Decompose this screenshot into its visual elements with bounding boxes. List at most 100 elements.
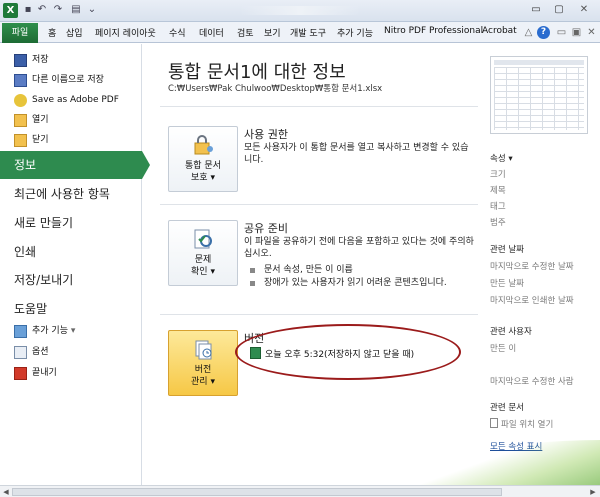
related-docs-header: 관련 문서 <box>490 403 524 413</box>
scroll-thumb[interactable] <box>12 488 502 496</box>
nav-save-pdf-label: Save as Adobe PDF <box>32 95 119 105</box>
save-icon[interactable]: ▪ <box>22 4 34 16</box>
related-people-header: 관련 사용자 <box>490 327 532 337</box>
nav-print[interactable]: 인쇄 <box>0 238 142 266</box>
open-file-location-link[interactable]: 파일 위치 열기 <box>490 418 553 430</box>
doc-minimize-icon[interactable]: ▭ <box>555 26 568 39</box>
tab-formulas[interactable]: 수식 <box>169 26 186 39</box>
bullet-icon <box>250 268 255 273</box>
nav-save-adobe-pdf[interactable]: Save as Adobe PDF <box>0 90 142 111</box>
date-created: 만든 날짜 <box>490 279 524 289</box>
nav-save-as[interactable]: 다른 이름으로 저장 <box>0 70 142 91</box>
protect-workbook-button[interactable]: 통합 문서 보호 ▾ <box>168 126 238 192</box>
doc-restore-icon[interactable]: ▣ <box>570 26 583 39</box>
prop-title: 제목 <box>490 186 506 196</box>
doc-close-icon[interactable]: ✕ <box>585 26 598 39</box>
nav-recent[interactable]: 최근에 사용한 항목 <box>0 180 142 208</box>
prepare-title: 공유 준비 <box>244 222 288 235</box>
versions-btn-line1: 버전 <box>194 365 212 375</box>
nav-help[interactable]: 도움말 <box>0 295 142 323</box>
nav-open-label: 열기 <box>32 115 49 125</box>
undo-icon[interactable]: ↶ <box>36 4 48 16</box>
permissions-desc: 모든 사용자가 이 통합 문서를 열고 복사하고 변경할 수 있습니다. <box>244 143 469 165</box>
maximize-button[interactable]: ▢ <box>551 3 567 17</box>
tab-review[interactable]: 검토 <box>237 26 254 39</box>
nav-new[interactable]: 새로 만들기 <box>0 209 142 237</box>
tab-data[interactable]: 데이터 <box>199 26 224 39</box>
nav-save[interactable]: 저장 <box>0 50 142 71</box>
title-bar: X ▪ ↶ ↷ ▤ ⌄ ▭ ▢ ✕ <box>0 0 600 22</box>
nav-exit[interactable]: 끝내기 <box>0 363 142 384</box>
nav-info-label: 정보 <box>14 158 37 172</box>
excel-logo-icon[interactable]: X <box>3 3 18 18</box>
related-dates-header: 관련 날짜 <box>490 245 524 255</box>
date-last-modified: 마지막으로 수정한 날짜 <box>490 262 574 272</box>
nav-addins-label: 추가 기능 <box>32 326 68 336</box>
customize-qat-icon[interactable]: ⌄ <box>86 4 98 16</box>
manage-versions-button[interactable]: 버전 관리 ▾ <box>168 330 238 396</box>
exit-icon <box>14 367 27 380</box>
author-label: 만든 이 <box>490 344 517 354</box>
nav-addins[interactable]: 추가 기능 ▾ <box>0 321 142 342</box>
list-item: 문서 속성, 만든 이 이름 <box>250 264 470 276</box>
list-item: 장애가 있는 사용자가 읽기 어려운 콘텐츠입니다. <box>250 277 470 289</box>
tab-page-layout[interactable]: 페이지 레이아웃 <box>95 26 156 39</box>
tab-developer[interactable]: 개발 도구 <box>290 26 326 39</box>
scroll-right-icon[interactable]: ▶ <box>588 487 598 497</box>
nav-options[interactable]: 옵션 <box>0 342 142 363</box>
permissions-title: 사용 권한 <box>244 128 288 141</box>
adobe-pdf-icon <box>14 94 27 107</box>
folder-close-icon <box>14 134 27 147</box>
tab-insert[interactable]: 삽입 <box>66 26 83 39</box>
minimize-button[interactable]: ▭ <box>528 3 544 17</box>
nav-save-label: 저장 <box>32 55 49 65</box>
nav-close-label: 닫기 <box>32 135 49 145</box>
nav-save-as-label: 다른 이름으로 저장 <box>32 75 104 85</box>
tab-nitro-pdf[interactable]: Nitro PDF Professional <box>384 26 483 36</box>
ribbon-tabs: 파일 홈 삽입 페이지 레이아웃 수식 데이터 검토 보기 개발 도구 추가 기… <box>0 22 600 43</box>
close-window-button[interactable]: ✕ <box>576 3 592 17</box>
backstage-nav: 저장 다른 이름으로 저장 Save as Adobe PDF 열기 닫기 정보… <box>0 44 150 485</box>
prop-tags: 태그 <box>490 202 506 212</box>
minimize-ribbon-icon[interactable]: △ <box>522 26 535 39</box>
prop-category: 범주 <box>490 218 506 228</box>
nav-options-label: 옵션 <box>32 347 49 357</box>
tab-file[interactable]: 파일 <box>2 23 38 43</box>
bullet-icon <box>250 281 255 286</box>
protect-btn-line2: 보호 ▾ <box>191 173 215 183</box>
horizontal-scrollbar[interactable]: ◀ ▶ <box>0 485 600 497</box>
save-as-icon <box>14 74 27 87</box>
quick-print-icon[interactable]: ▤ <box>70 4 82 16</box>
properties-header[interactable]: 속성 ▾ <box>490 152 513 164</box>
nav-open[interactable]: 열기 <box>0 110 142 131</box>
info-panel: 통합 문서1에 대한 정보 C:₩Users₩Pak Chulwoo₩Deskt… <box>142 44 482 485</box>
nav-exit-label: 끝내기 <box>32 368 57 378</box>
inspect-document-icon <box>191 227 215 251</box>
redo-icon[interactable]: ↷ <box>52 4 64 16</box>
save-icon <box>14 54 27 67</box>
prepare-desc: 이 파일을 공유하기 전에 다음을 포함하고 있다는 것에 주의하십시오. <box>244 237 474 259</box>
window-title-redacted <box>240 6 360 15</box>
help-icon[interactable]: ? <box>537 26 550 39</box>
tab-acrobat[interactable]: Acrobat <box>482 26 517 36</box>
nav-close[interactable]: 닫기 <box>0 130 142 151</box>
scroll-left-icon[interactable]: ◀ <box>1 487 11 497</box>
highlight-ellipse <box>235 324 461 380</box>
versions-btn-line2: 관리 ▾ <box>191 377 215 387</box>
last-modified-by-label: 마지막으로 수정한 사람 <box>490 377 574 387</box>
check-issues-button[interactable]: 문제 확인 ▾ <box>168 220 238 286</box>
tab-addins[interactable]: 추가 기능 <box>337 26 373 39</box>
divider <box>160 204 478 205</box>
divider <box>160 314 478 315</box>
versions-icon <box>191 337 215 361</box>
check-btn-line2: 확인 ▾ <box>191 267 215 277</box>
nav-info[interactable]: 정보 <box>0 151 150 179</box>
nav-save-send[interactable]: 저장/보내기 <box>0 266 142 294</box>
chevron-down-icon: ▾ <box>70 326 76 336</box>
tab-home[interactable]: 홈 <box>48 26 56 39</box>
lock-key-icon <box>191 133 215 157</box>
folder-open-icon <box>14 114 27 127</box>
check-btn-line1: 문제 <box>194 255 212 265</box>
tab-view[interactable]: 보기 <box>264 26 281 39</box>
divider <box>160 106 478 107</box>
